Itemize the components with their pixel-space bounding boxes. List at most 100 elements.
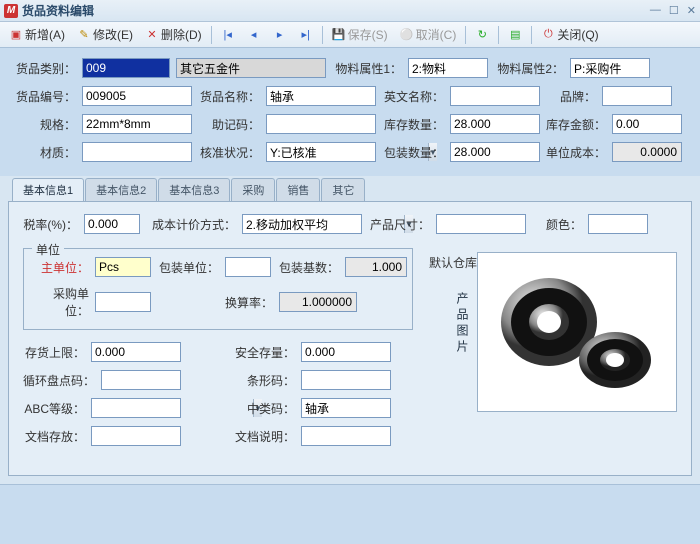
enname-input[interactable] bbox=[450, 86, 540, 106]
code-label: 货品编号： bbox=[14, 88, 76, 105]
cycle-input[interactable] bbox=[101, 370, 181, 390]
cycle-label: 循环盘点码： bbox=[23, 372, 95, 389]
unitcost-input bbox=[612, 142, 682, 162]
maximize-icon[interactable]: ☐ bbox=[669, 4, 679, 17]
rate-label: 换算率： bbox=[223, 294, 273, 311]
code-input[interactable] bbox=[82, 86, 192, 106]
spec-input[interactable] bbox=[82, 114, 192, 134]
safestock-input[interactable] bbox=[301, 342, 391, 362]
add-button[interactable]: ▣新增(A) bbox=[4, 23, 70, 46]
enname-label: 英文名称： bbox=[382, 88, 444, 105]
tab-basic3[interactable]: 基本信息3 bbox=[158, 178, 230, 201]
packqty-input bbox=[450, 142, 540, 162]
stockqty-label: 库存数量： bbox=[382, 116, 444, 133]
archive-label: 文档存放： bbox=[23, 428, 85, 445]
midcat-input[interactable] bbox=[301, 398, 391, 418]
size-input[interactable] bbox=[436, 214, 526, 234]
category-label: 货品类别： bbox=[14, 60, 76, 77]
spec-label: 规格： bbox=[14, 116, 76, 133]
packqty-label: 包装数量： bbox=[382, 144, 444, 161]
docdesc-label: 文档说明： bbox=[233, 428, 295, 445]
close-icon[interactable]: ✕ bbox=[687, 4, 696, 17]
mainunit-input[interactable] bbox=[95, 257, 151, 277]
size-label: 产品尺寸： bbox=[368, 216, 430, 233]
name-label: 货品名称： bbox=[198, 88, 260, 105]
unit-fieldset: 单位 主单位： 包装单位： 包装基数： 采购单位： 换算率： bbox=[23, 248, 413, 330]
edit-icon: ✎ bbox=[77, 28, 91, 42]
tab-body: 税率(%)： 成本计价方式： ▼ 产品尺寸： 颜色： 单位 主单位： 包装单位：… bbox=[8, 201, 692, 476]
unitcost-label: 单位成本： bbox=[546, 144, 606, 161]
minimize-icon[interactable]: — bbox=[650, 4, 661, 17]
export-button[interactable]: ▤ bbox=[503, 25, 527, 45]
window-title: 货品资料编辑 bbox=[22, 2, 94, 19]
category-input[interactable] bbox=[82, 58, 170, 78]
edit-button[interactable]: ✎修改(E) bbox=[72, 23, 138, 46]
prev-icon: ◂ bbox=[247, 28, 261, 42]
costmethod-select[interactable]: ▼ bbox=[242, 214, 362, 234]
mnemonic-input[interactable] bbox=[266, 114, 376, 134]
packunit-label: 包装单位： bbox=[157, 259, 219, 276]
purchaseunit-label: 采购单位： bbox=[34, 285, 89, 319]
bearing-icon bbox=[487, 262, 667, 402]
color-input[interactable] bbox=[588, 214, 648, 234]
tab-basic1[interactable]: 基本信息1 bbox=[12, 178, 84, 201]
close-button[interactable]: ⏻关闭(Q) bbox=[536, 23, 603, 46]
tax-input[interactable] bbox=[84, 214, 140, 234]
refresh-icon: ↻ bbox=[475, 28, 489, 42]
stocklimit-input[interactable] bbox=[91, 342, 181, 362]
category-name bbox=[176, 58, 326, 78]
export-icon: ▤ bbox=[508, 28, 522, 42]
attr2-label: 物料属性2： bbox=[494, 60, 564, 77]
last-button[interactable]: ▸| bbox=[294, 25, 318, 45]
stocklimit-label: 存货上限： bbox=[23, 344, 85, 361]
unit-legend: 单位 bbox=[32, 241, 64, 258]
barcode-label: 条形码： bbox=[233, 372, 295, 389]
costmethod-label: 成本计价方式： bbox=[146, 216, 236, 233]
tab-basic2[interactable]: 基本信息2 bbox=[85, 178, 157, 201]
next-button[interactable]: ▸ bbox=[268, 25, 292, 45]
abc-select[interactable]: ▼ bbox=[91, 398, 181, 418]
material-input[interactable] bbox=[82, 142, 192, 162]
first-button[interactable]: |◂ bbox=[216, 25, 240, 45]
save-button[interactable]: 💾保存(S) bbox=[327, 23, 393, 46]
next-icon: ▸ bbox=[273, 28, 287, 42]
approve-select[interactable]: ▼ bbox=[266, 142, 376, 162]
barcode-input[interactable] bbox=[301, 370, 391, 390]
brand-label: 品牌： bbox=[546, 88, 596, 105]
product-image[interactable] bbox=[477, 252, 677, 412]
material-label: 材质： bbox=[14, 144, 76, 161]
refresh-button[interactable]: ↻ bbox=[470, 25, 494, 45]
docdesc-input[interactable] bbox=[301, 426, 391, 446]
stockqty-input bbox=[450, 114, 540, 134]
tab-other[interactable]: 其它 bbox=[321, 178, 365, 201]
toolbar: ▣新增(A) ✎修改(E) ✕删除(D) |◂ ◂ ▸ ▸| 💾保存(S) ⚪取… bbox=[0, 22, 700, 48]
safestock-label: 安全存量： bbox=[233, 344, 295, 361]
prev-button[interactable]: ◂ bbox=[242, 25, 266, 45]
power-icon: ⏻ bbox=[541, 28, 555, 42]
packbase-label: 包装基数： bbox=[277, 259, 339, 276]
stockamt-label: 库存金额： bbox=[546, 116, 606, 133]
attr1-label: 物料属性1： bbox=[332, 60, 402, 77]
packbase-input bbox=[345, 257, 407, 277]
name-input[interactable] bbox=[266, 86, 376, 106]
last-icon: ▸| bbox=[299, 28, 313, 42]
mnemonic-label: 助记码： bbox=[198, 116, 260, 133]
attr1-select[interactable]: ▼ bbox=[408, 58, 488, 78]
abc-label: ABC等级： bbox=[23, 400, 85, 417]
packunit-input[interactable] bbox=[225, 257, 271, 277]
add-icon: ▣ bbox=[9, 28, 23, 42]
approve-label: 核准状况： bbox=[198, 144, 260, 161]
delete-button[interactable]: ✕删除(D) bbox=[140, 23, 207, 46]
purchaseunit-input[interactable] bbox=[95, 292, 151, 312]
rate-input bbox=[279, 292, 357, 312]
cancel-button[interactable]: ⚪取消(C) bbox=[395, 23, 462, 46]
tab-sales[interactable]: 销售 bbox=[276, 178, 320, 201]
brand-input[interactable] bbox=[602, 86, 672, 106]
archive-input[interactable] bbox=[91, 426, 181, 446]
save-icon: 💾 bbox=[332, 28, 346, 42]
title-bar: M 货品资料编辑 — ☐ ✕ bbox=[0, 0, 700, 22]
cancel-icon: ⚪ bbox=[400, 28, 414, 42]
tab-purchase[interactable]: 采购 bbox=[231, 178, 275, 201]
product-image-label: 产品图片 bbox=[454, 292, 471, 356]
attr2-select[interactable]: ▼ bbox=[570, 58, 650, 78]
